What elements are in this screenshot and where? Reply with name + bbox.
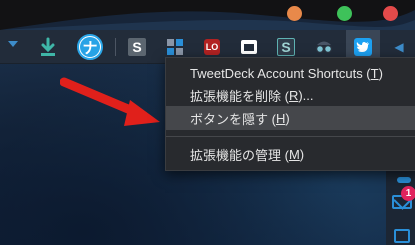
title-bar xyxy=(0,0,415,30)
toolbar-divider xyxy=(115,38,116,56)
s-extension-icon[interactable]: S xyxy=(128,30,146,64)
context-menu: TweetDeck Account Shortcuts (T) 拡張機能を削除 … xyxy=(165,57,415,171)
menu-divider xyxy=(166,136,415,137)
download-icon[interactable] xyxy=(38,30,58,64)
close-button[interactable] xyxy=(383,6,398,21)
minimize-button[interactable] xyxy=(287,6,302,21)
dropdown-arrow-icon[interactable] xyxy=(8,41,18,47)
list-icon[interactable] xyxy=(394,229,410,243)
title-bar-wallpaper xyxy=(0,10,415,30)
annotation-arrow xyxy=(60,77,160,126)
menu-item-remove-extension[interactable]: 拡張機能を削除 (R)... xyxy=(166,83,415,107)
maximize-button[interactable] xyxy=(337,6,352,21)
nav-extension-icon[interactable]: ナ xyxy=(76,30,104,64)
menu-item-tweetdeck-shortcuts[interactable]: TweetDeck Account Shortcuts (T) xyxy=(166,61,415,85)
menu-item-manage-extensions[interactable]: 拡張機能の管理 (M) xyxy=(166,142,415,166)
side-panel-icon xyxy=(397,177,411,183)
menu-item-hide-button[interactable]: ボタンを隠す (H) xyxy=(166,106,415,130)
notification-badge: 1 xyxy=(401,186,415,201)
twitter-icon xyxy=(354,38,372,56)
